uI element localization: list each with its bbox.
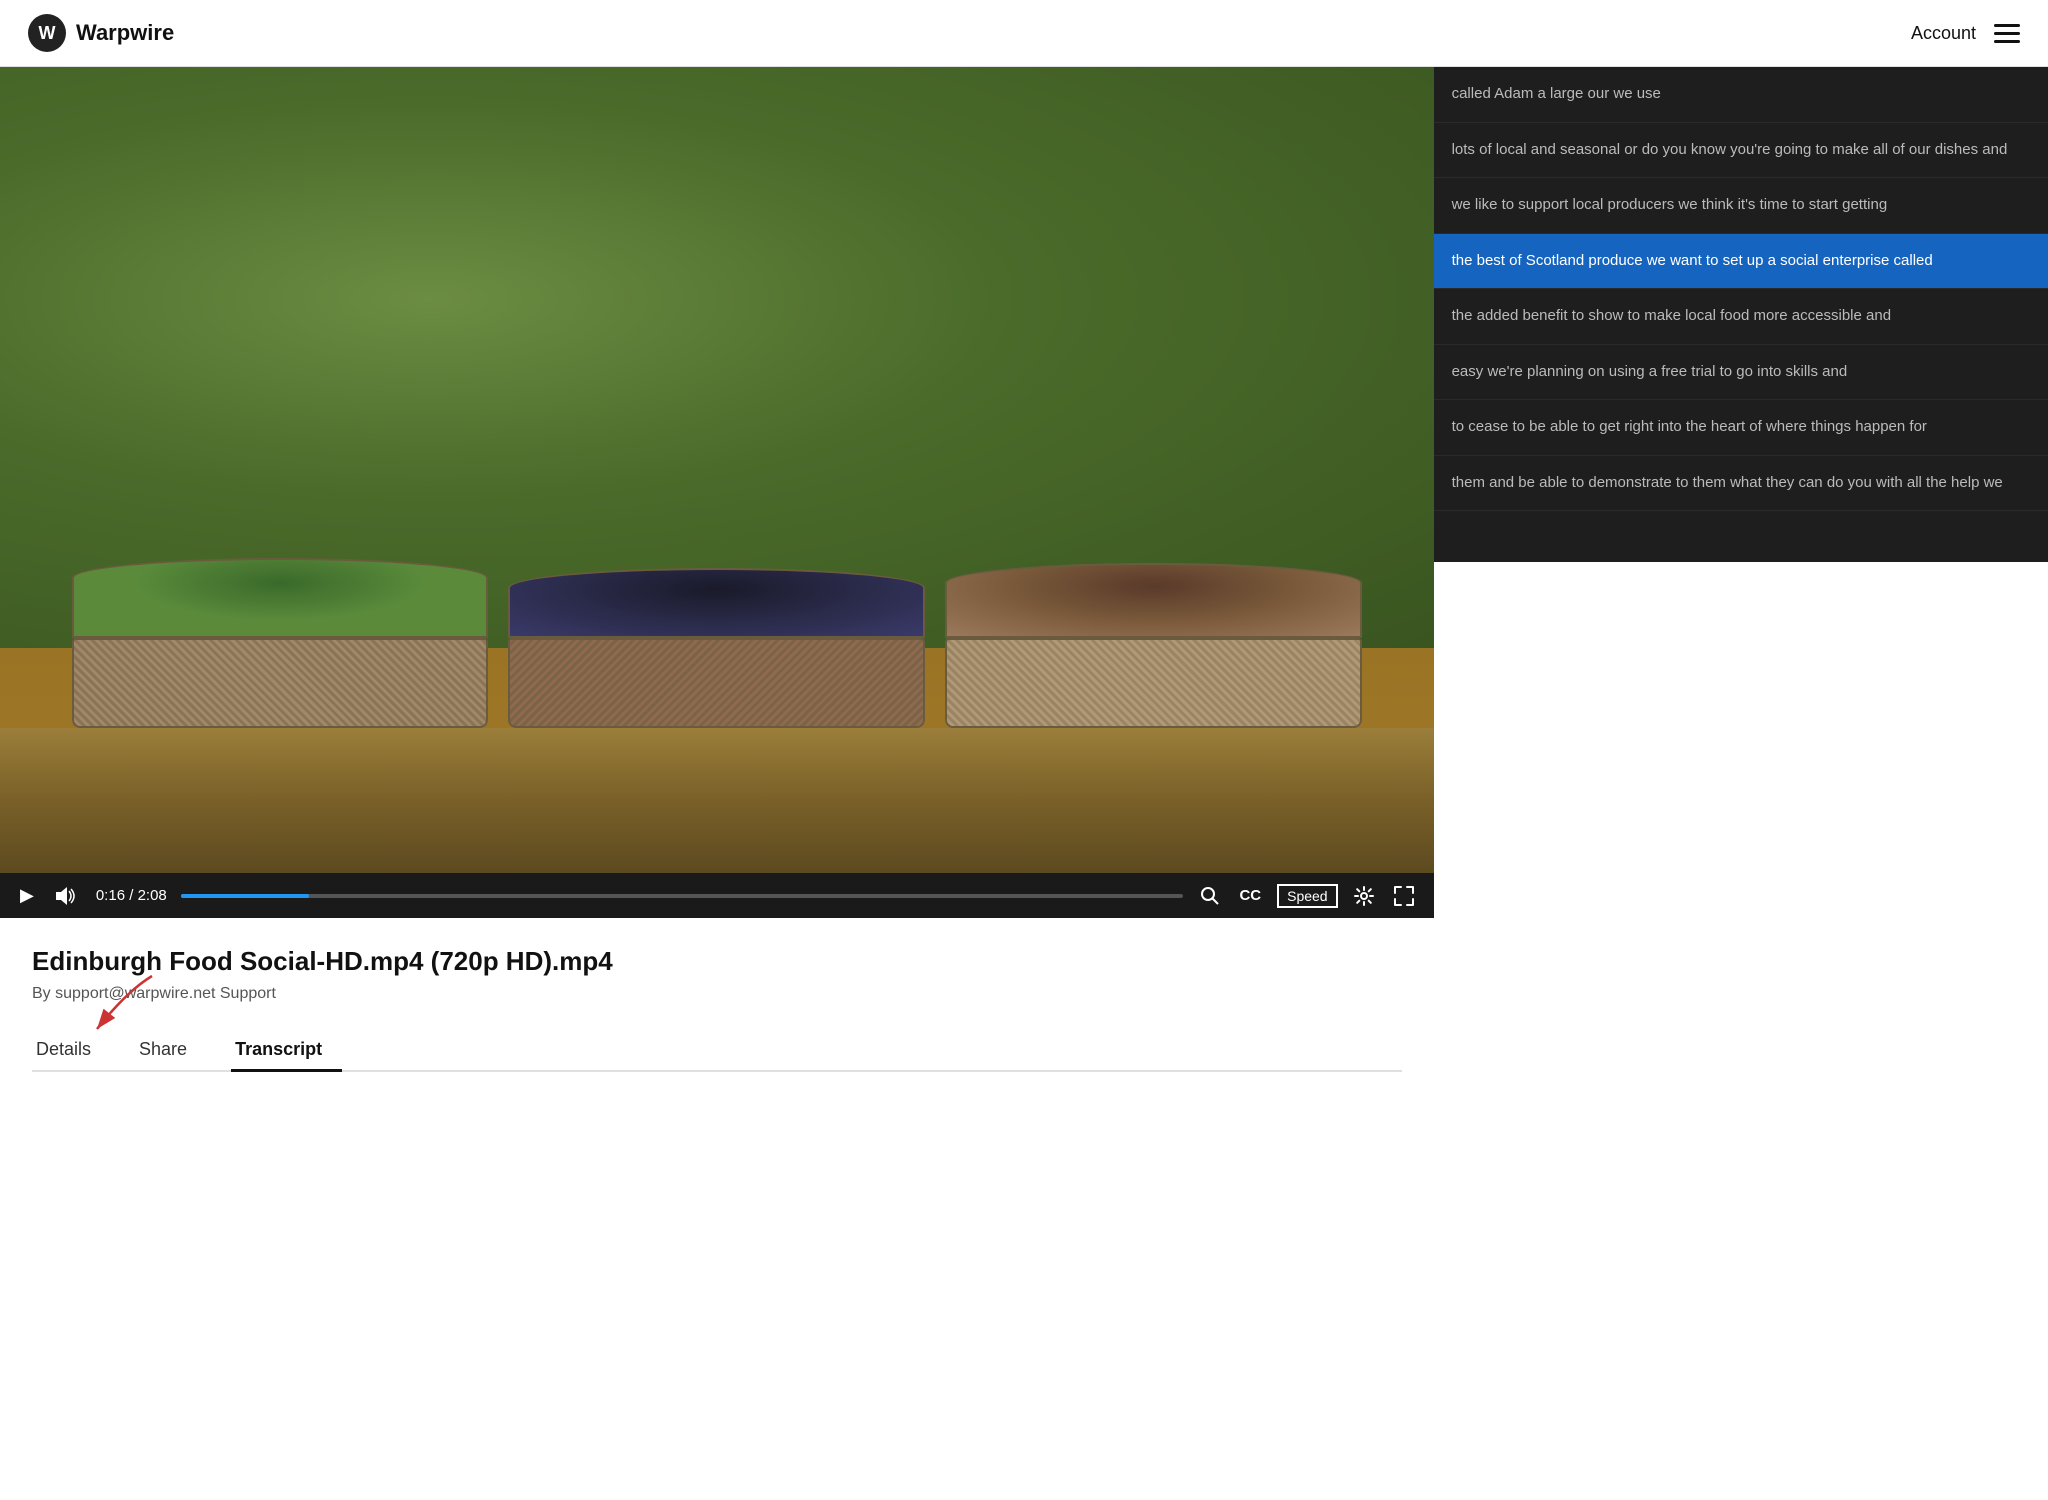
settings-button[interactable]: [1350, 884, 1378, 908]
video-section: ▶ 0:16 / 2:08: [0, 67, 1434, 1072]
video-controls-bar: ▶ 0:16 / 2:08: [0, 873, 1434, 918]
video-frame: [0, 67, 1434, 873]
transcript-item-8[interactable]: them and be able to demonstrate to them …: [1434, 456, 2048, 512]
video-author: By support@warpwire.net Support: [32, 985, 1402, 1003]
video-title: Edinburgh Food Social-HD.mp4 (720p HD).m…: [32, 946, 1402, 977]
hamburger-menu[interactable]: [1994, 24, 2020, 43]
controls-right: CC Speed: [1197, 884, 1417, 908]
tab-share[interactable]: Share: [135, 1031, 207, 1070]
search-button[interactable]: [1197, 885, 1223, 907]
cc-button[interactable]: CC: [1235, 885, 1265, 906]
search-icon: [1201, 887, 1219, 905]
tabs-container: Details Share Transcript: [32, 1031, 1402, 1072]
play-button[interactable]: ▶: [16, 883, 38, 908]
basket-area: [72, 558, 1362, 728]
logo-icon: W: [28, 14, 66, 52]
progress-bar[interactable]: [181, 894, 1184, 898]
wood-shelf: [0, 728, 1434, 873]
gear-icon: [1354, 886, 1374, 906]
basket-2: [508, 568, 925, 728]
volume-button[interactable]: [52, 885, 82, 907]
time-display: 0:16 / 2:08: [96, 887, 167, 904]
transcript-panel: called Adam a large our we use lots of l…: [1434, 67, 2048, 562]
tabs-row: Details Share Transcript: [32, 1031, 1402, 1072]
transcript-item-6[interactable]: easy we're planning on using a free tria…: [1434, 345, 2048, 401]
tab-transcript[interactable]: Transcript: [231, 1031, 342, 1070]
app-header: W Warpwire Account: [0, 0, 2048, 67]
fullscreen-icon: [1394, 886, 1414, 906]
transcript-item-4[interactable]: the best of Scotland produce we want to …: [1434, 234, 2048, 290]
transcript-item-1[interactable]: called Adam a large our we use: [1434, 67, 2048, 123]
fullscreen-button[interactable]: [1390, 884, 1418, 908]
transcript-item-7[interactable]: to cease to be able to get right into th…: [1434, 400, 2048, 456]
volume-icon: [56, 887, 78, 905]
transcript-item-5[interactable]: the added benefit to show to make local …: [1434, 289, 2048, 345]
basket-3: [945, 563, 1362, 728]
tab-details[interactable]: Details: [32, 1031, 111, 1070]
main-content: ▶ 0:16 / 2:08: [0, 67, 2048, 1072]
speed-button[interactable]: Speed: [1277, 884, 1337, 908]
basket-1: [72, 558, 489, 728]
transcript-item-3[interactable]: we like to support local producers we th…: [1434, 178, 2048, 234]
logo-area: W Warpwire: [28, 14, 174, 52]
transcript-item-2[interactable]: lots of local and seasonal or do you kno…: [1434, 123, 2048, 179]
header-right: Account: [1911, 23, 2020, 44]
below-video: Edinburgh Food Social-HD.mp4 (720p HD).m…: [0, 918, 1434, 1072]
account-label[interactable]: Account: [1911, 23, 1976, 44]
progress-fill: [181, 894, 309, 898]
video-player[interactable]: [0, 67, 1434, 873]
brand-name: Warpwire: [76, 20, 174, 46]
